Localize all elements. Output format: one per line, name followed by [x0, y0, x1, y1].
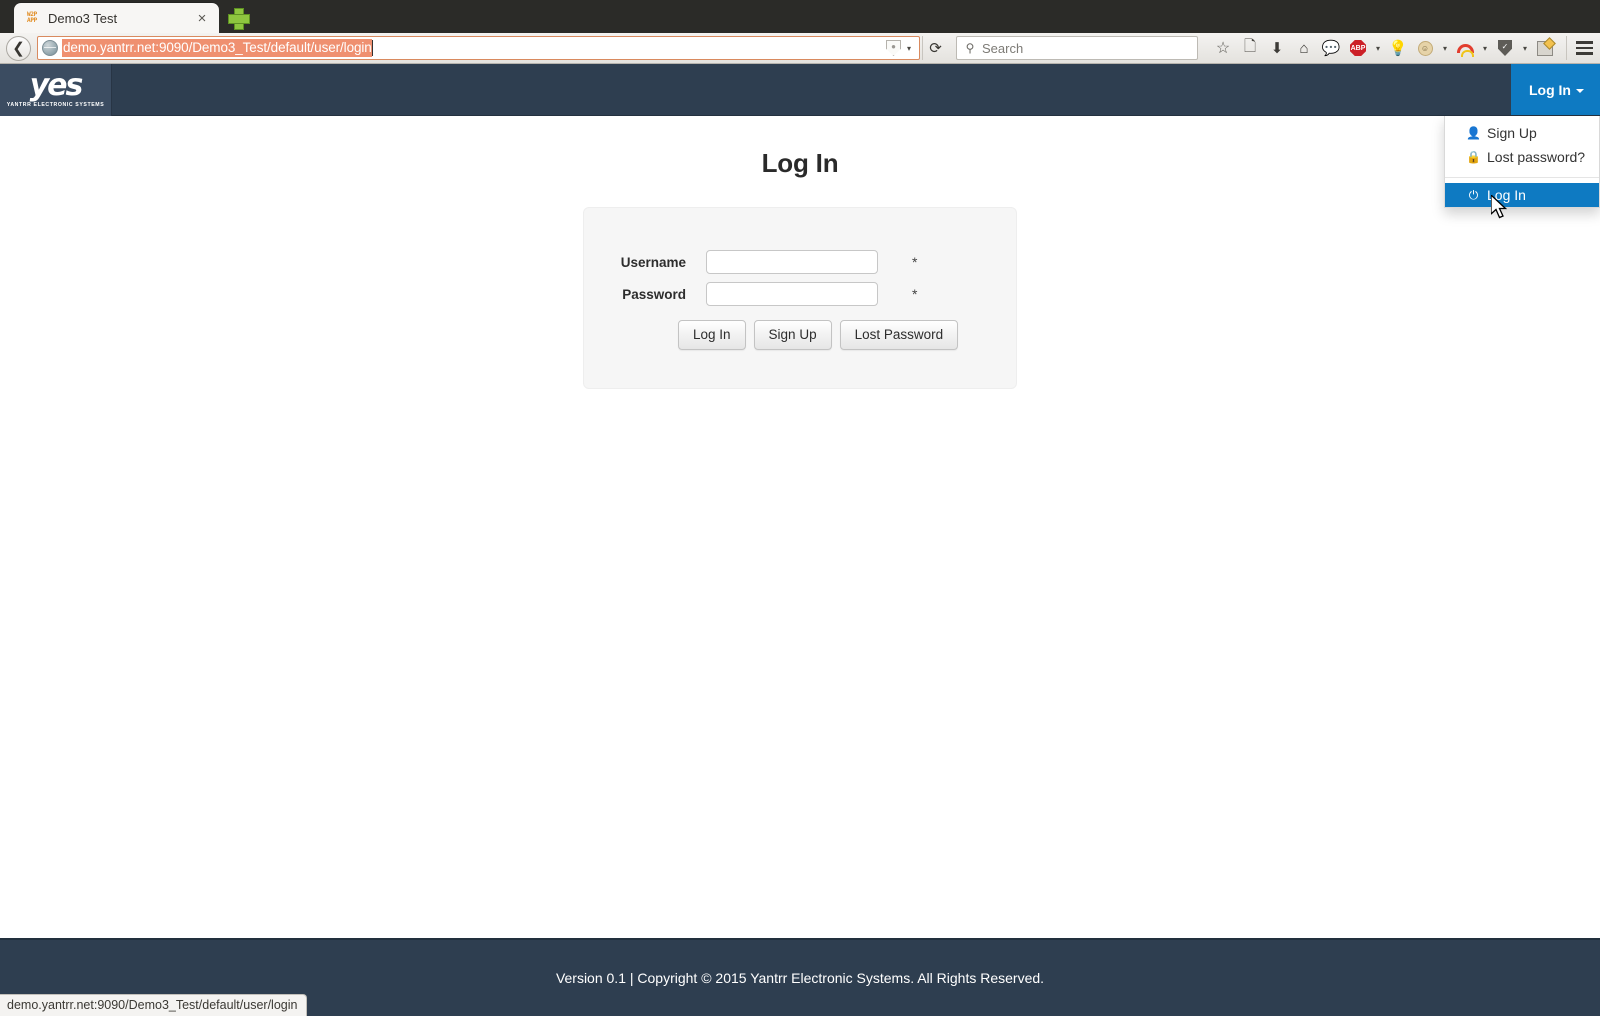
monkey-face-icon[interactable]: ☺ [1412, 36, 1438, 60]
brand-logo[interactable]: yes YANTRR ELECTRONIC SYSTEMS [0, 64, 112, 116]
brand-mark-text: yes [29, 68, 84, 104]
favicon-line-2: APP [27, 17, 37, 24]
back-button-icon[interactable]: ❮ [6, 35, 31, 61]
adblock-chevron-down-icon[interactable]: ▾ [1372, 44, 1384, 53]
monkey-chevron-down-icon[interactable]: ▾ [1439, 44, 1451, 53]
browser-toolbar: ❮ demo.yantrr.net:9090/Demo3_Test/defaul… [0, 33, 1600, 64]
dropdown-item-sign-up[interactable]: 👤 Sign Up [1445, 121, 1599, 145]
main-content: Log In Username * Password * Log In Sign… [0, 116, 1600, 389]
form-row-username: Username * [584, 250, 1016, 274]
rainbow-icon[interactable] [1452, 36, 1478, 60]
lock-icon: 🔒 [1466, 150, 1481, 164]
login-button[interactable]: Log In [678, 320, 746, 350]
search-placeholder: Search [982, 40, 1024, 56]
url-shield-chevron-down-icon[interactable]: ▾ [903, 44, 915, 53]
form-row-password: Password * [584, 282, 1016, 306]
notepad-icon[interactable] [1532, 36, 1558, 60]
dropdown-divider [1445, 177, 1599, 178]
search-box[interactable]: ⚲ Search [956, 36, 1198, 60]
chat-bubble-icon[interactable]: 💬 [1318, 36, 1344, 60]
site-navbar: yes YANTRR ELECTRONIC SYSTEMS Log In 👤 S… [0, 64, 1600, 208]
dropdown-item-lost-password-label: Lost password? [1487, 149, 1586, 165]
chevron-down-icon [1576, 88, 1584, 93]
reload-button-icon[interactable]: ⟳ [922, 36, 948, 60]
username-input[interactable] [706, 250, 878, 274]
home-icon[interactable]: ⌂ [1291, 36, 1317, 60]
brand-subtitle-text: YANTRR ELECTRONIC SYSTEMS [6, 101, 105, 108]
adblock-plus-icon[interactable]: ABP [1345, 36, 1371, 60]
tab-favicon-icon: W2P APP [24, 10, 40, 26]
browser-extension-icons: ☆ 🗋 ⬇ ⌂ 💬 ABP ▾ 💡 ☺ ▾ ▾ ✓ ▾ [1210, 36, 1558, 60]
tab-strip: W2P APP Demo3 Test × [0, 0, 1600, 33]
signup-button[interactable]: Sign Up [753, 320, 832, 350]
power-icon: ⏻ [1468, 187, 1479, 202]
url-shield-icon[interactable]: ● [886, 40, 901, 56]
url-text: demo.yantrr.net:9090/Demo3_Test/default/… [62, 39, 372, 57]
browser-window: W2P APP Demo3 Test × ❮ demo.yantrr.net:9… [0, 0, 1600, 1016]
tab-title: Demo3 Test [48, 10, 118, 26]
login-form-panel: Username * Password * Log In Sign Up Los… [583, 207, 1017, 389]
bookmark-star-icon[interactable]: ☆ [1210, 36, 1236, 60]
password-input[interactable] [706, 282, 878, 306]
tab-close-icon[interactable]: × [193, 10, 211, 27]
status-bar-url: demo.yantrr.net:9090/Demo3_Test/default/… [0, 994, 308, 1016]
dropdown-item-log-in[interactable]: ⏻ Log In [1445, 183, 1599, 207]
navbar-login-label: Log In [1529, 81, 1571, 98]
browser-tab[interactable]: W2P APP Demo3 Test × [14, 3, 219, 33]
page-viewport: yes YANTRR ELECTRONIC SYSTEMS Log In 👤 S… [0, 64, 1600, 1016]
form-button-row: Log In Sign Up Lost Password [584, 320, 1016, 350]
dropdown-item-log-in-label: Log In [1487, 187, 1526, 203]
search-icon: ⚲ [965, 41, 975, 55]
password-required-mark: * [912, 286, 918, 302]
login-dropdown-menu: 👤 Sign Up 🔒 Lost password? ⏻ Log In [1444, 116, 1600, 208]
username-label: Username [620, 254, 686, 270]
url-text-caret [371, 40, 373, 56]
lightbulb-icon[interactable]: 💡 [1385, 36, 1411, 60]
new-tab-button[interactable] [227, 7, 250, 30]
url-bar-actions: ● ▾ [886, 40, 917, 56]
lost-password-button[interactable]: Lost Password [839, 320, 959, 350]
rainbow-chevron-down-icon[interactable]: ▾ [1479, 44, 1491, 53]
page-title: Log In [761, 148, 839, 178]
navbar-right: Log In [1511, 64, 1600, 115]
hamburger-icon[interactable] [1566, 36, 1594, 60]
navbar-login-dropdown-toggle[interactable]: Log In [1511, 64, 1600, 115]
url-bar[interactable]: demo.yantrr.net:9090/Demo3_Test/default/… [37, 36, 920, 60]
downloads-icon[interactable]: ⬇ [1264, 36, 1290, 60]
dropdown-item-sign-up-label: Sign Up [1487, 125, 1537, 141]
shield-chevron-down-icon[interactable]: ▾ [1519, 44, 1531, 53]
dropdown-item-lost-password[interactable]: 🔒 Lost password? [1445, 145, 1599, 169]
user-icon: 👤 [1466, 126, 1481, 140]
footer-text: Version 0.1 | Copyright © 2015 Yantrr El… [555, 970, 1045, 986]
globe-icon [42, 40, 58, 56]
password-label: Password [622, 286, 686, 302]
username-required-mark: * [912, 254, 918, 270]
reader-list-icon[interactable]: 🗋 [1237, 36, 1263, 60]
shield-icon[interactable]: ✓ [1492, 36, 1518, 60]
